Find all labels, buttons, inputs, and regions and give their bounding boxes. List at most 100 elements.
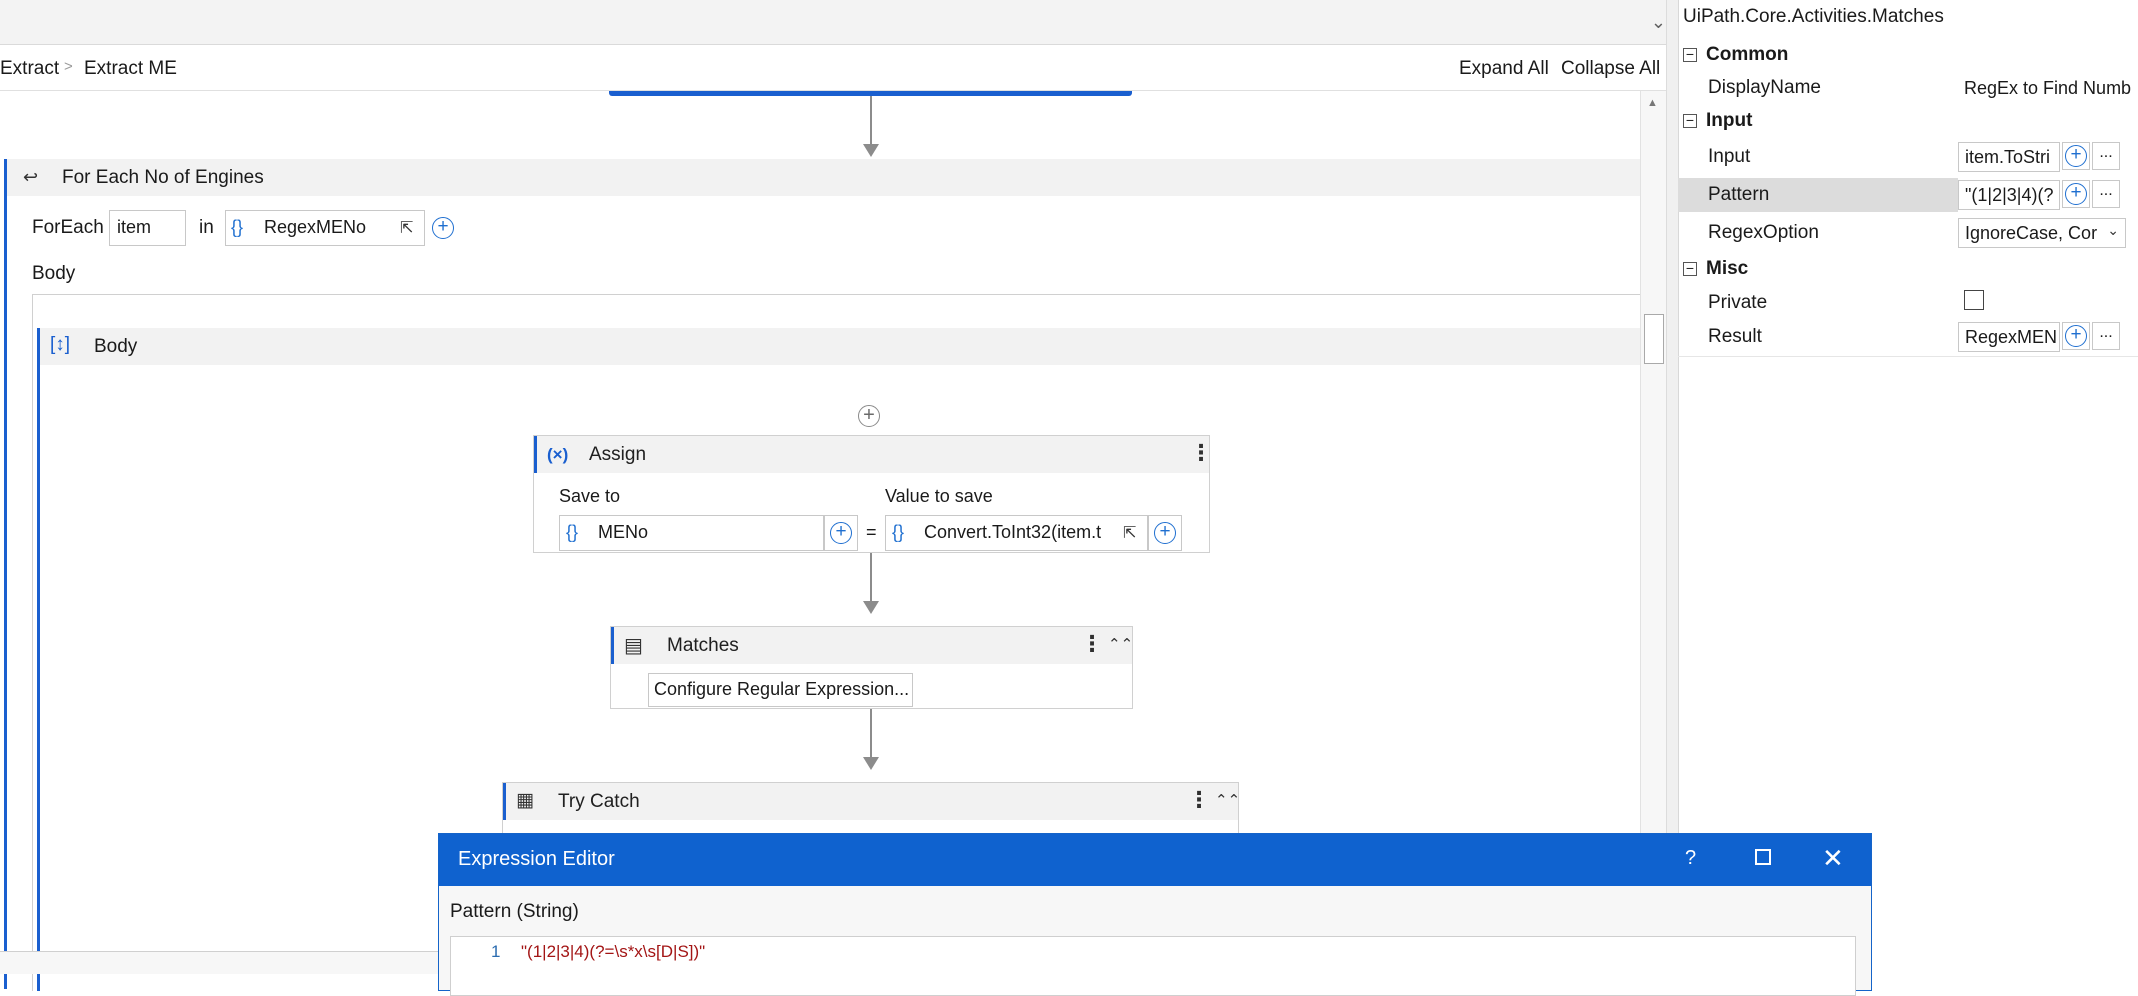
- trycatch-icon: ▦: [516, 790, 534, 811]
- workflow-canvas: ↩ For Each No of Engines ForEach item in…: [0, 91, 1651, 991]
- expression-editor-title: Expression Editor: [458, 848, 615, 870]
- matches-title: Matches: [667, 635, 739, 656]
- code-line-number: 1: [491, 942, 501, 961]
- section-input-title: Input: [1706, 110, 1753, 131]
- add-variable-icon: +: [2065, 183, 2087, 205]
- foreach-collection-input[interactable]: {} RegexMENo ⇱: [225, 210, 425, 246]
- save-to-value: MENo: [598, 522, 649, 542]
- maximize-icon[interactable]: [1755, 849, 1771, 865]
- assign-activity[interactable]: (×) Assign ⋮ Save to Value to save {} ME…: [533, 435, 1212, 553]
- connector-arrow: [863, 144, 879, 157]
- foreach-header[interactable]: ↩ For Each No of Engines: [7, 159, 1643, 196]
- expression-editor-label: Pattern (String): [450, 901, 579, 922]
- expression-editor-titlebar[interactable]: Expression Editor ? ✕: [439, 834, 1871, 886]
- assign-equals: =: [866, 522, 877, 542]
- value-to-save-input[interactable]: {} Convert.ToInt32(item.t ⇱: [885, 515, 1148, 551]
- prop-value-displayname[interactable]: RegEx to Find Numb: [1958, 73, 2138, 103]
- foreach-icon: ↩: [23, 167, 39, 187]
- collapse-all-button[interactable]: Collapse All: [1561, 58, 1660, 80]
- prop-label-private: Private: [1708, 292, 1768, 313]
- prop-input-add-button[interactable]: +: [2062, 142, 2090, 170]
- prop-label-displayname: DisplayName: [1708, 77, 1821, 98]
- body-sequence-header[interactable]: [↕] Body: [40, 328, 1651, 365]
- foreach-item-input[interactable]: item: [109, 210, 186, 246]
- breadcrumb-separator: >: [64, 58, 73, 75]
- add-variable-icon: +: [830, 522, 852, 544]
- connector-line: [870, 709, 872, 759]
- add-variable-icon: +: [2065, 145, 2087, 167]
- prop-input-ellipsis-button[interactable]: ...: [2092, 142, 2120, 170]
- prop-row-displayname: DisplayName RegEx to Find Numb: [1678, 71, 2138, 105]
- connector-arrow: [863, 601, 879, 614]
- add-variable-icon[interactable]: +: [432, 217, 454, 239]
- save-to-label: Save to: [559, 486, 621, 506]
- save-to-input[interactable]: {} MENo: [559, 515, 824, 551]
- section-input[interactable]: − Input: [1678, 108, 2138, 138]
- scroll-up-icon[interactable]: ▲: [1647, 97, 1658, 109]
- foreach-in-label: in: [199, 217, 214, 238]
- more-options-icon[interactable]: ⋮: [1190, 440, 1212, 466]
- prop-label-pattern: Pattern: [1708, 184, 1770, 205]
- breadcrumb-item-extract-me[interactable]: Extract ME: [84, 58, 177, 80]
- trycatch-title: Try Catch: [558, 791, 640, 812]
- close-icon[interactable]: ✕: [1822, 843, 1844, 873]
- connector-line: [870, 553, 872, 603]
- prop-label-regexoption: RegexOption: [1708, 222, 1819, 243]
- collapse-section-icon[interactable]: −: [1683, 113, 1697, 128]
- more-options-icon[interactable]: ⋮: [1188, 787, 1210, 813]
- prop-row-regexoption: RegexOption IgnoreCase, Cor ⌄: [1678, 216, 2138, 250]
- expand-all-button[interactable]: Expand All: [1459, 58, 1549, 80]
- section-common[interactable]: − Common: [1678, 42, 2138, 72]
- prop-row-pattern-value: "(1|2|3|4)(? + ...: [1958, 178, 2138, 212]
- value-to-save-value: Convert.ToInt32(item.t: [924, 522, 1102, 542]
- collapse-section-icon[interactable]: −: [1683, 261, 1697, 276]
- more-options-icon[interactable]: ⋮: [1081, 631, 1103, 657]
- regexoption-selected-value: IgnoreCase, Cor: [1965, 223, 2098, 243]
- prop-value-pattern[interactable]: "(1|2|3|4)(?: [1958, 180, 2060, 210]
- prop-row-pattern: Pattern: [1678, 178, 1958, 212]
- save-to-add-button[interactable]: +: [824, 515, 858, 551]
- prop-result-add-button[interactable]: +: [2062, 322, 2090, 350]
- chevron-down-icon[interactable]: ⌄: [2107, 222, 2119, 239]
- collapse-icon[interactable]: ⌃⌃: [1215, 791, 1240, 809]
- chevron-down-icon[interactable]: ⌄: [1651, 12, 1666, 33]
- section-common-title: Common: [1706, 44, 1789, 65]
- body-sequence-title: Body: [94, 336, 138, 357]
- section-misc[interactable]: − Misc: [1678, 256, 2138, 286]
- value-to-save-add-button[interactable]: +: [1148, 515, 1182, 551]
- prop-pattern-add-button[interactable]: +: [2062, 180, 2090, 208]
- add-variable-icon: +: [1154, 522, 1176, 544]
- configure-regex-button[interactable]: Configure Regular Expression...: [648, 673, 913, 707]
- foreach-title: For Each No of Engines: [62, 167, 264, 188]
- prop-row-result: Result RegexMEN + ...: [1678, 320, 2138, 354]
- prop-value-result[interactable]: RegexMEN: [1958, 322, 2060, 352]
- connector-arrow: [863, 757, 879, 770]
- add-variable-icon: +: [2065, 325, 2087, 347]
- prop-value-input[interactable]: item.ToStri: [1958, 142, 2060, 172]
- code-line-text[interactable]: "(1|2|3|4)(?=\s*x\s[D|S])": [521, 942, 705, 962]
- add-activity-icon[interactable]: +: [858, 405, 880, 427]
- foreach-body-label: Body: [32, 263, 76, 284]
- sequence-icon: [↕]: [50, 334, 71, 355]
- breadcrumb: Extract > Extract ME Expand All Collapse…: [0, 46, 1676, 91]
- expression-editor-window[interactable]: Expression Editor ? ✕ Pattern (String) 1…: [438, 833, 1872, 996]
- breadcrumb-item-extract[interactable]: Extract: [0, 58, 59, 80]
- collapse-section-icon[interactable]: −: [1683, 47, 1697, 62]
- value-to-save-label: Value to save: [885, 486, 993, 506]
- expand-editor-icon[interactable]: ⇱: [400, 218, 413, 238]
- prop-label-result: Result: [1708, 326, 1762, 347]
- designer-scrollbar[interactable]: ▲: [1640, 91, 1667, 951]
- help-button[interactable]: ?: [1685, 847, 1696, 870]
- expand-editor-icon[interactable]: ⇱: [1123, 523, 1136, 543]
- properties-header: UiPath.Core.Activities.Matches: [1683, 6, 1944, 27]
- prop-result-ellipsis-button[interactable]: ...: [2092, 322, 2120, 350]
- expression-icon: {}: [892, 522, 905, 542]
- private-checkbox[interactable]: [1964, 290, 1984, 310]
- matches-activity[interactable]: ▤ Matches ⋮ ⌃⌃ Configure Regular Express…: [610, 626, 1133, 709]
- prop-value-regexoption[interactable]: IgnoreCase, Cor ⌄: [1958, 218, 2126, 248]
- prop-pattern-ellipsis-button[interactable]: ...: [2092, 180, 2120, 208]
- collapse-icon[interactable]: ⌃⌃: [1108, 635, 1133, 653]
- foreach-collection-value: RegexMENo: [264, 217, 367, 237]
- scrollbar-thumb[interactable]: [1644, 314, 1664, 364]
- expression-code-editor[interactable]: 1 "(1|2|3|4)(?=\s*x\s[D|S])": [450, 936, 1856, 996]
